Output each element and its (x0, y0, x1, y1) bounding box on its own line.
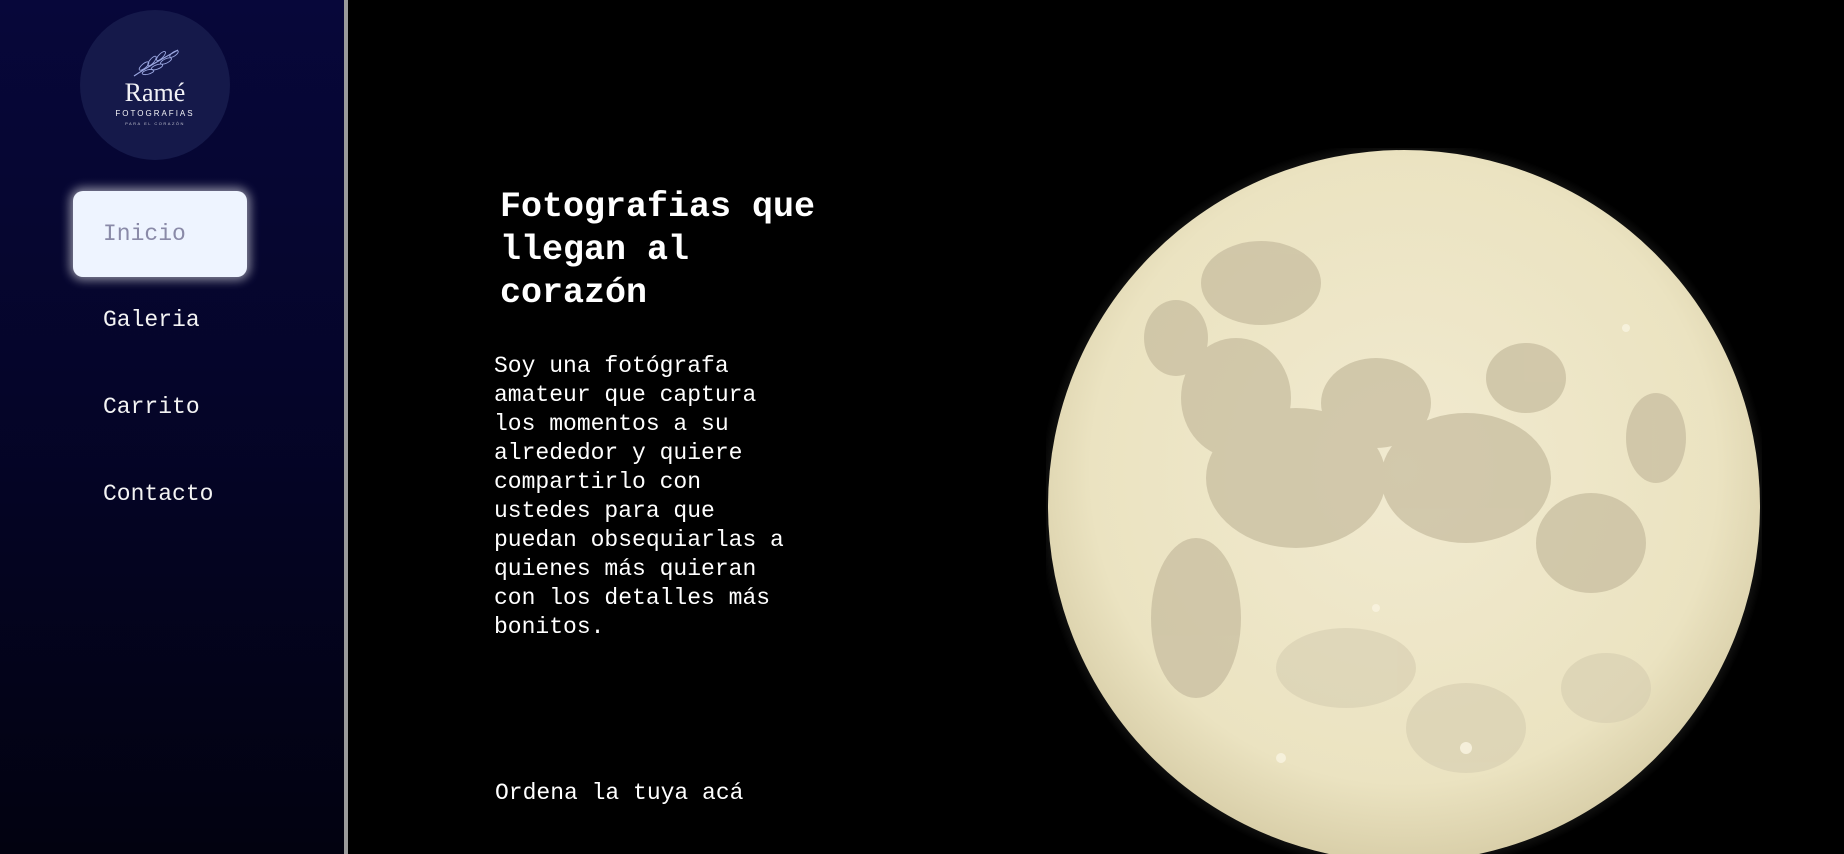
nav-item-carrito[interactable]: Carrito (73, 364, 247, 450)
nav-item-contacto[interactable]: Contacto (73, 451, 247, 537)
leaf-branch-icon (133, 49, 179, 77)
nav-item-galeria[interactable]: Galeria (73, 277, 247, 363)
order-link[interactable]: Ordena la tuya acá (495, 780, 743, 806)
logo[interactable]: Ramé FOTOGRAFIAS PARA EL CORAZÓN (80, 10, 230, 160)
sidebar: Ramé FOTOGRAFIAS PARA EL CORAZÓN Inicio … (0, 0, 348, 854)
moon-photo (1046, 148, 1762, 854)
logo-name: Ramé (124, 78, 186, 107)
nav-item-inicio[interactable]: Inicio (73, 191, 247, 277)
logo-subtitle: FOTOGRAFIAS (115, 109, 195, 118)
hero-description: Soy una fotógrafa amateur que captura lo… (494, 353, 784, 640)
logo-tagline: PARA EL CORAZÓN (125, 121, 185, 126)
hero-title: Fotografias que llegan al corazón (500, 187, 816, 313)
main-content: Fotografias que llegan al corazón Soy un… (348, 0, 1844, 854)
